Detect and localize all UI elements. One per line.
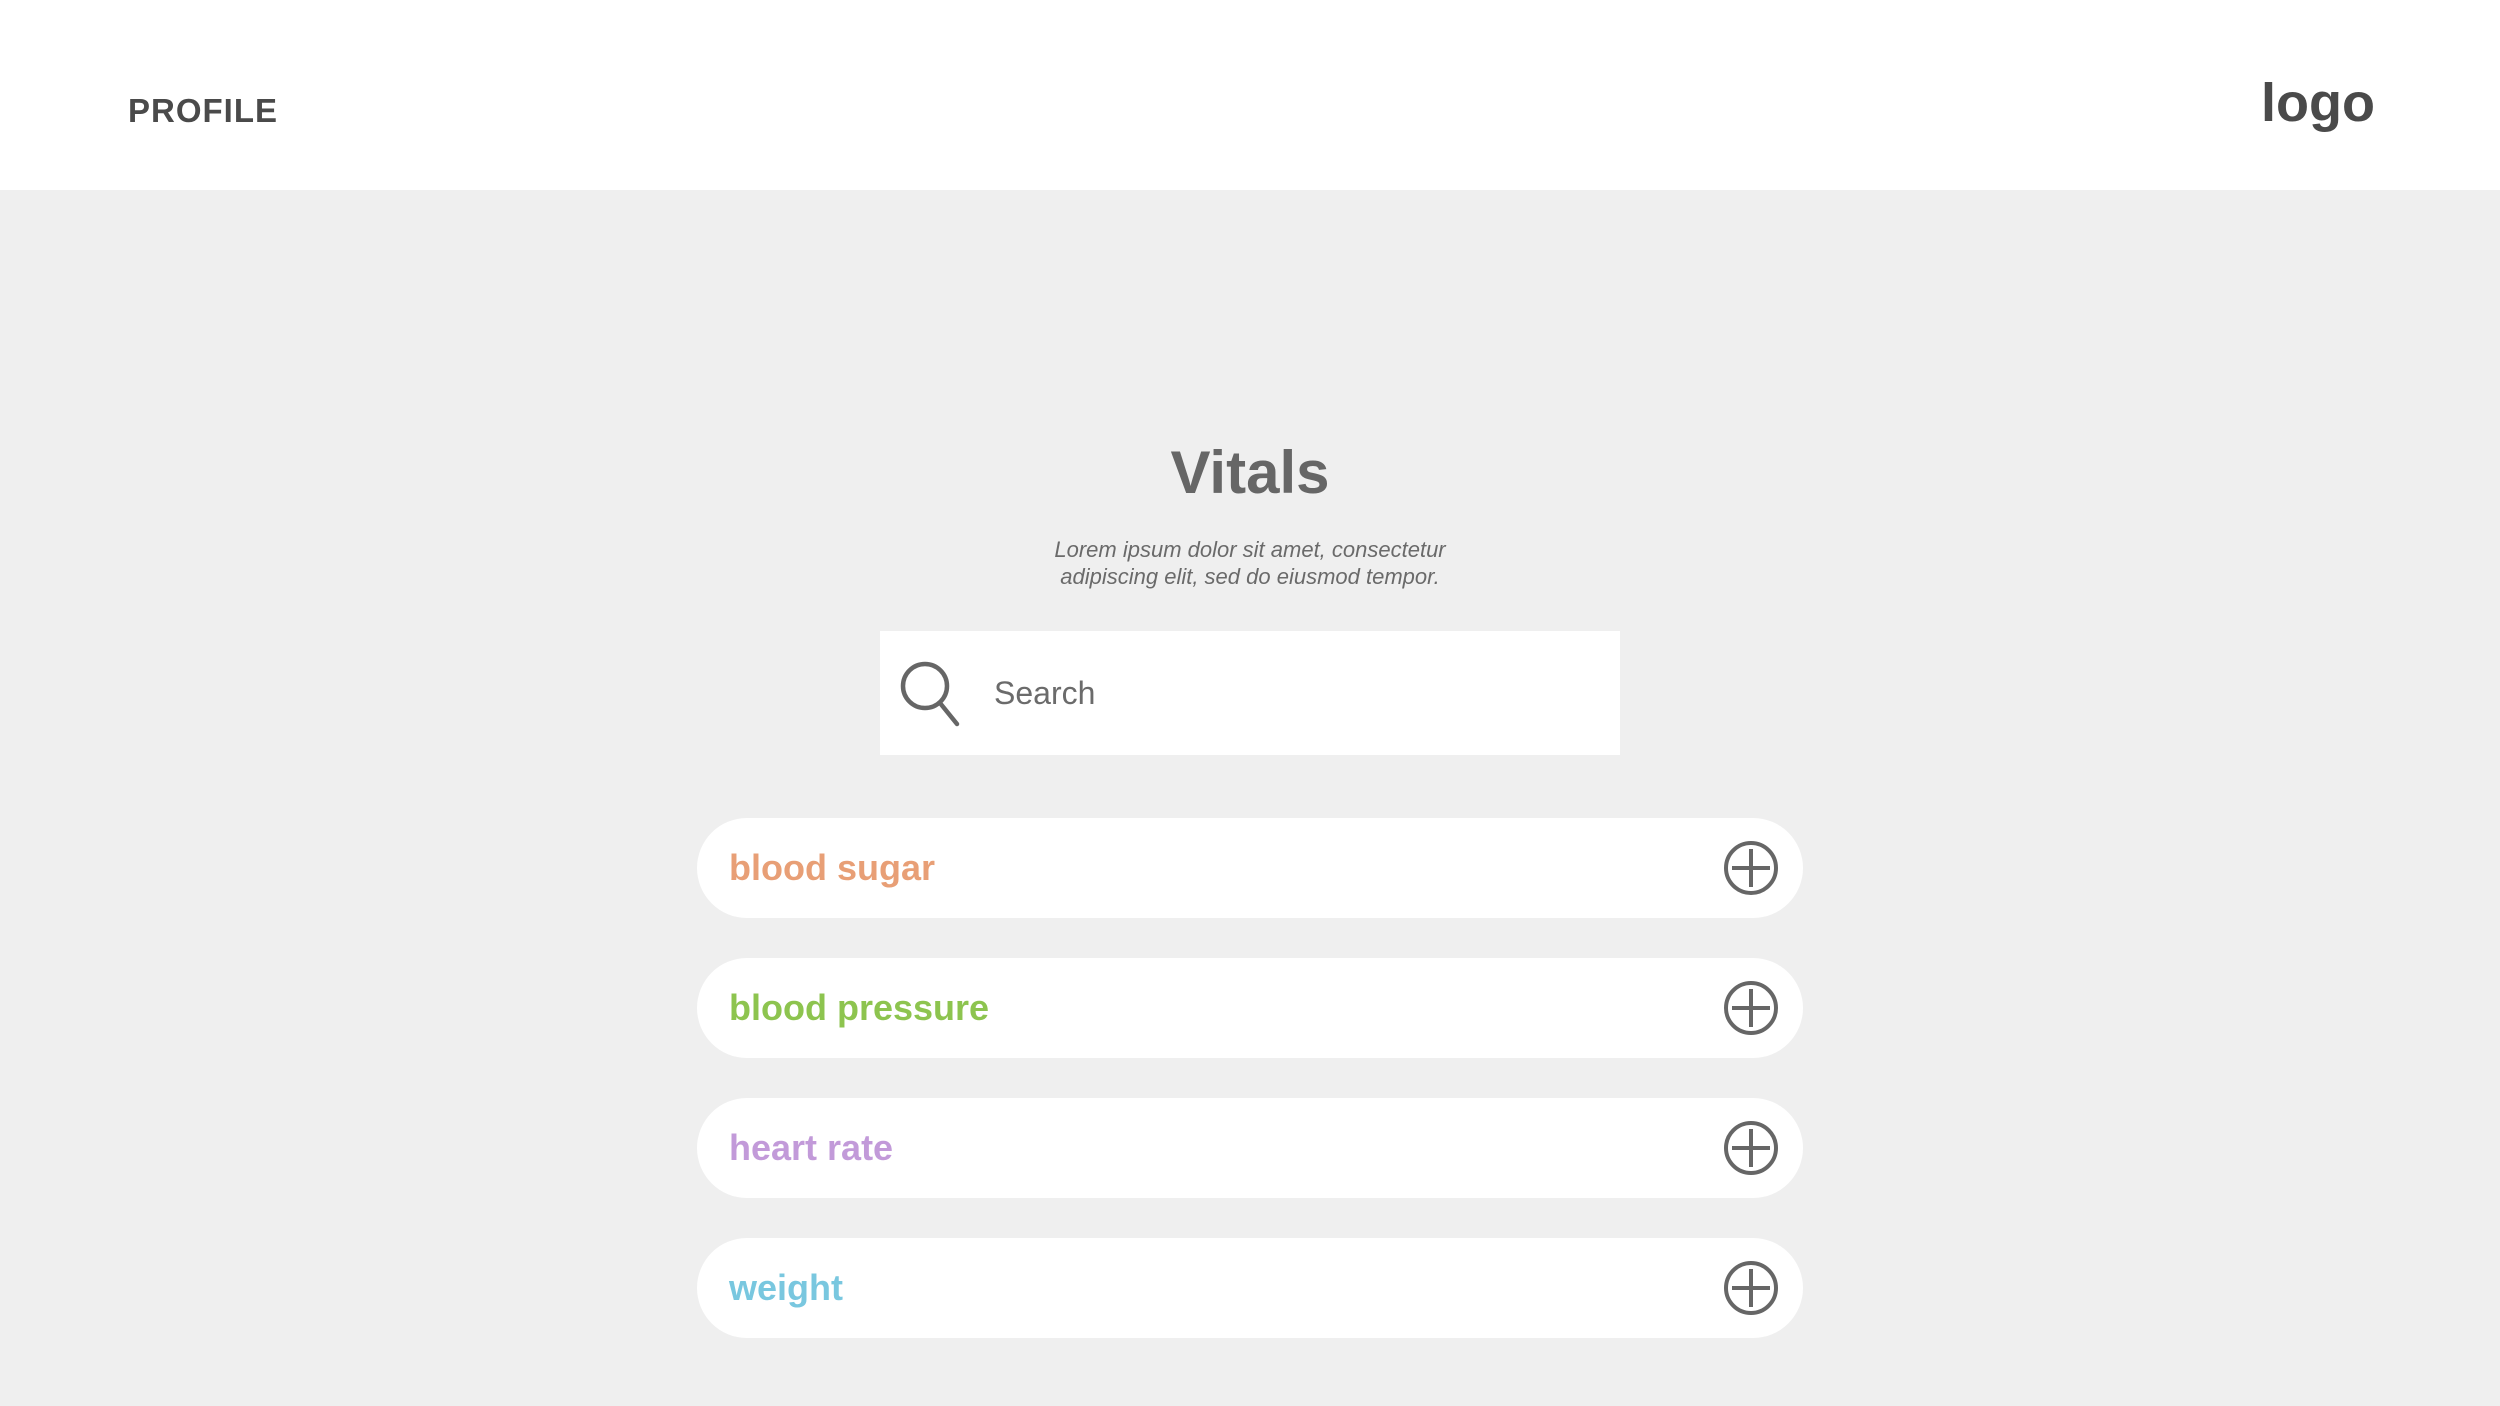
vital-label: blood sugar xyxy=(729,847,935,888)
search-icon xyxy=(900,661,960,727)
vital-item-blood-sugar[interactable]: blood sugar xyxy=(697,818,1803,918)
vital-item-weight[interactable]: weight xyxy=(697,1238,1803,1338)
vital-item-blood-pressure[interactable]: blood pressure xyxy=(697,958,1803,1058)
add-circle-icon[interactable] xyxy=(1723,1260,1779,1316)
vital-label: blood pressure xyxy=(729,987,990,1028)
subtitle-line-2: adipiscing elit, sed do eiusmod tempor. xyxy=(1060,564,1440,589)
add-circle-icon[interactable] xyxy=(1723,980,1779,1036)
search-box[interactable] xyxy=(880,631,1620,755)
header: PROFILE logo xyxy=(0,0,2500,190)
vital-label: weight xyxy=(729,1267,843,1308)
add-circle-icon[interactable] xyxy=(1723,840,1779,896)
vital-item-heart-rate[interactable]: heart rate xyxy=(697,1098,1803,1198)
subtitle-line-1: Lorem ipsum dolor sit amet, consectetur xyxy=(1054,537,1446,562)
page-title: Vitals xyxy=(1170,439,1330,506)
search-input[interactable] xyxy=(994,661,1594,725)
main-content: Vitals Lorem ipsum dolor sit amet, conse… xyxy=(0,190,2500,1406)
vital-label: heart rate xyxy=(729,1127,894,1168)
logo[interactable]: logo xyxy=(2261,72,2375,134)
profile-link[interactable]: PROFILE xyxy=(128,92,278,130)
page-subtitle: Lorem ipsum dolor sit amet, consectetur … xyxy=(1000,536,1500,590)
add-circle-icon[interactable] xyxy=(1723,1120,1779,1176)
